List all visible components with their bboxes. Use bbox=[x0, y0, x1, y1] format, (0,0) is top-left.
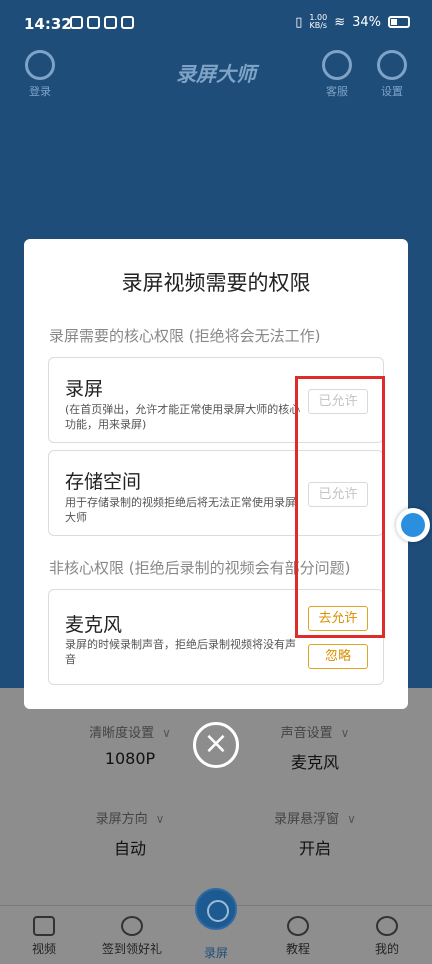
permission-desc: 录屏的时候录制声音，拒绝后录制视频将没有声音 bbox=[65, 638, 296, 666]
tab-label: 教程 bbox=[285, 942, 310, 956]
app-screen: 14:32 ▯ 1.00 KB/s ≋ 34% 登录 录屏大师 客服 设置 清晰… bbox=[0, 0, 432, 964]
service-label: 客服 bbox=[326, 85, 348, 98]
wifi-icon: ≋ bbox=[334, 14, 346, 30]
permission-title: 录屏 bbox=[65, 378, 104, 400]
chevron-down-icon: ∨ bbox=[340, 726, 350, 740]
battery-percent: 34% bbox=[352, 14, 381, 30]
float-window-setting[interactable]: 录屏悬浮窗 ∨ 开启 bbox=[245, 808, 385, 859]
core-permission-label: 录屏需要的核心权限 (拒绝将会无法工作) bbox=[49, 327, 321, 345]
close-dialog-button[interactable]: × bbox=[193, 722, 239, 768]
floating-record-ball[interactable] bbox=[396, 508, 430, 542]
ignore-button[interactable]: 忽略 bbox=[308, 644, 368, 669]
headset-icon bbox=[322, 50, 352, 80]
gear-icon bbox=[377, 50, 407, 80]
sound-value: 麦克风 bbox=[290, 753, 339, 772]
clarity-setting[interactable]: 清晰度设置 ∨ 1080P bbox=[60, 722, 200, 768]
tab-checkin[interactable]: 签到领好礼 bbox=[97, 916, 167, 957]
settings-label: 设置 bbox=[381, 85, 403, 98]
tab-label: 录屏 bbox=[203, 946, 228, 960]
tab-label: 视频 bbox=[31, 942, 56, 956]
chevron-down-icon: ∨ bbox=[347, 812, 356, 826]
permission-title: 麦克风 bbox=[65, 614, 123, 636]
battery-icon bbox=[388, 16, 410, 28]
status-time: 14:32 bbox=[24, 15, 72, 33]
dialog-title: 录屏视频需要的权限 bbox=[121, 271, 311, 295]
clarity-value: 1080P bbox=[104, 749, 156, 768]
tab-label: 签到领好礼 bbox=[101, 942, 162, 956]
notification-icon bbox=[104, 16, 117, 29]
vibrate-icon: ▯ bbox=[295, 14, 303, 30]
eye-icon bbox=[287, 916, 309, 936]
tab-record[interactable]: 录屏 bbox=[181, 944, 251, 961]
record-fab-button[interactable] bbox=[195, 888, 237, 930]
notification-icons bbox=[70, 16, 134, 29]
direction-setting[interactable]: 录屏方向 ∨ 自动 bbox=[60, 808, 200, 859]
permission-desc: (在首页弹出，允许才能正常使用录屏大师的核心功能，用来录屏) bbox=[65, 403, 301, 431]
notification-icon bbox=[87, 16, 100, 29]
float-value: 开启 bbox=[298, 839, 331, 858]
service-button[interactable]: 客服 bbox=[317, 50, 357, 99]
tab-mine[interactable]: 我的 bbox=[352, 916, 422, 957]
chevron-down-icon: ∨ bbox=[155, 812, 165, 826]
permission-title: 存储空间 bbox=[65, 471, 142, 493]
network-speed: 1.00 KB/s bbox=[309, 14, 327, 30]
speed-unit: KB/s bbox=[309, 21, 328, 30]
sound-setting[interactable]: 声音设置 ∨ 麦克风 bbox=[245, 722, 385, 773]
highlight-box bbox=[295, 376, 385, 638]
float-label: 录屏悬浮窗 bbox=[274, 812, 340, 827]
permission-desc: 用于存储录制的视频拒绝后将无法正常使用录屏大师 bbox=[65, 496, 296, 524]
direction-label: 录屏方向 bbox=[95, 812, 148, 827]
tab-video[interactable]: 视频 bbox=[9, 916, 79, 957]
settings-button[interactable]: 设置 bbox=[372, 50, 412, 99]
direction-value: 自动 bbox=[113, 839, 146, 858]
video-icon bbox=[33, 916, 55, 936]
person-icon bbox=[376, 916, 398, 936]
sound-label: 声音设置 bbox=[280, 726, 333, 741]
notification-icon bbox=[70, 16, 83, 29]
clarity-label: 清晰度设置 bbox=[89, 726, 155, 741]
chevron-down-icon: ∨ bbox=[162, 726, 171, 740]
status-right: ▯ 1.00 KB/s ≋ 34% bbox=[295, 14, 410, 30]
heart-icon bbox=[121, 916, 143, 936]
tab-label: 我的 bbox=[374, 942, 399, 956]
tab-tutorial[interactable]: 教程 bbox=[263, 916, 333, 957]
notification-icon bbox=[121, 16, 134, 29]
app-title: 录屏大师 bbox=[176, 62, 256, 86]
status-bar: 14:32 ▯ 1.00 KB/s ≋ 34% bbox=[0, 0, 432, 44]
